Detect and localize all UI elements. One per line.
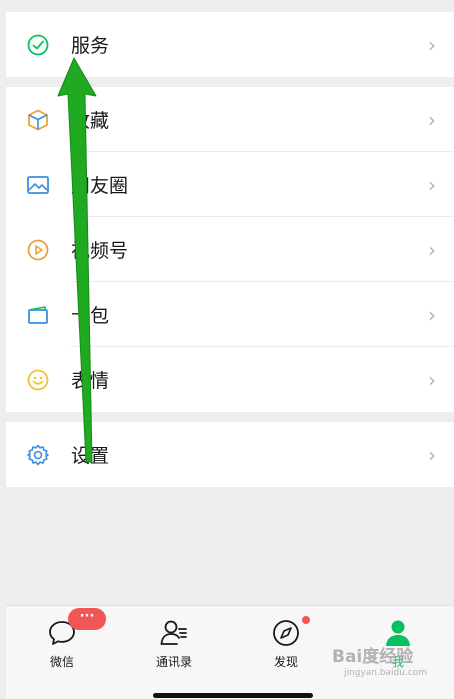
menu-item-service[interactable]: 服务 › bbox=[6, 12, 454, 77]
channels-play-icon bbox=[26, 238, 50, 262]
unread-badge: ··· bbox=[68, 608, 106, 630]
settings-section: 设置 › bbox=[6, 422, 454, 487]
menu-item-label: 收藏 bbox=[71, 110, 110, 132]
chevron-right-icon: › bbox=[428, 442, 436, 467]
home-indicator bbox=[153, 693, 313, 698]
card-wallet-icon bbox=[26, 303, 50, 327]
menu-item-card-wallet[interactable]: 卡包 › bbox=[6, 282, 454, 347]
menu-item-label: 设置 bbox=[71, 445, 110, 467]
section-divider bbox=[6, 412, 454, 422]
chevron-right-icon: › bbox=[428, 237, 436, 262]
tab-label: 通讯录 bbox=[155, 655, 192, 669]
menu-item-label: 卡包 bbox=[71, 305, 110, 327]
contacts-icon bbox=[160, 620, 187, 645]
top-spacer bbox=[6, 0, 454, 12]
chevron-right-icon: › bbox=[428, 107, 436, 132]
menu-item-label: 视频号 bbox=[71, 240, 129, 262]
menu-item-label: 朋友圈 bbox=[71, 175, 129, 197]
compass-icon bbox=[273, 620, 299, 646]
menu-item-channels[interactable]: 视频号 › bbox=[6, 217, 454, 282]
tab-chats[interactable]: ··· 微信 bbox=[6, 606, 118, 686]
menu-item-settings[interactable]: 设置 › bbox=[6, 422, 454, 487]
tab-contacts[interactable]: 通讯录 bbox=[118, 606, 230, 686]
tab-label: 发现 bbox=[273, 655, 298, 669]
chevron-right-icon: › bbox=[428, 367, 436, 392]
menu-item-label: 表情 bbox=[71, 370, 110, 392]
service-section: 服务 › bbox=[6, 12, 454, 77]
chevron-right-icon: › bbox=[428, 172, 436, 197]
tab-discover[interactable]: 发现 bbox=[230, 606, 342, 686]
sticker-smile-icon bbox=[26, 368, 50, 392]
baidu-watermark-url: jingyan.baidu.com bbox=[344, 668, 428, 678]
menu-item-favorites[interactable]: 收藏 › bbox=[6, 87, 454, 152]
menu-item-stickers[interactable]: 表情 › bbox=[6, 347, 454, 412]
menu-item-moments[interactable]: 朋友圈 › bbox=[6, 152, 454, 217]
chevron-right-icon: › bbox=[428, 302, 436, 327]
menu-item-label: 服务 bbox=[71, 35, 110, 57]
tab-label: 微信 bbox=[49, 655, 74, 669]
main-menu-section: 收藏 › 朋友圈 › 视频号 › 卡包 › 表情 › bbox=[6, 87, 454, 412]
chevron-right-icon: › bbox=[428, 32, 436, 57]
moments-picture-icon bbox=[26, 173, 50, 197]
service-icon bbox=[26, 33, 50, 57]
section-divider bbox=[6, 77, 454, 87]
new-content-dot bbox=[302, 616, 310, 624]
gear-icon bbox=[26, 443, 50, 467]
baidu-watermark: Bai度经验 bbox=[332, 647, 414, 667]
favorites-cube-icon bbox=[26, 108, 50, 132]
